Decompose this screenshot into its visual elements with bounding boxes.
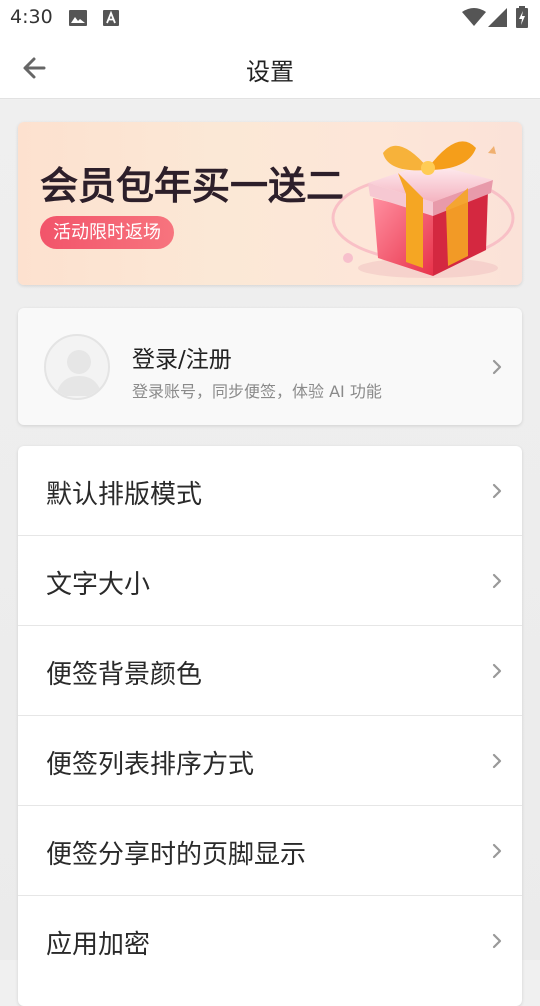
- setting-label: 便签列表排序方式: [46, 750, 255, 780]
- chevron-right-icon: [492, 753, 502, 769]
- login-subtitle: 登录账号，同步便签，体验 AI 功能: [132, 382, 382, 401]
- gift-box-icon: [331, 141, 515, 278]
- chevron-right-icon: [492, 359, 502, 375]
- setting-app-lock[interactable]: 应用加密: [18, 896, 522, 986]
- setting-default-layout[interactable]: 默认排版模式: [18, 446, 522, 536]
- setting-share-footer[interactable]: 便签分享时的页脚显示: [18, 806, 522, 896]
- settings-content: 会员包年买一送二 活动限时返场 登录/注册 登录账号，同步便签，体验 AI 功能…: [0, 100, 540, 1006]
- font-a-icon: [103, 10, 119, 26]
- chevron-right-icon: [492, 663, 502, 679]
- battery-charging-icon: [516, 6, 528, 28]
- wifi-icon: [462, 8, 486, 26]
- title-bar: 设置: [0, 36, 540, 99]
- setting-note-background[interactable]: 便签背景颜色: [18, 626, 522, 716]
- setting-list-sort[interactable]: 便签列表排序方式: [18, 716, 522, 806]
- chevron-right-icon: [492, 573, 502, 589]
- chevron-right-icon: [492, 843, 502, 859]
- signal-icon: [488, 8, 507, 27]
- status-bar: 4:30: [0, 0, 540, 36]
- setting-label: 便签背景颜色: [46, 660, 203, 690]
- chevron-right-icon: [492, 933, 502, 949]
- settings-list: 默认排版模式 文字大小 便签背景颜色 便签列表排序方式 便签分享时的页脚显示 应…: [18, 446, 522, 1006]
- banner-headline: 会员包年买一送二: [40, 164, 345, 208]
- vip-promo-banner[interactable]: 会员包年买一送二 活动限时返场: [18, 122, 522, 285]
- setting-label: 默认排版模式: [46, 480, 203, 510]
- login-card[interactable]: 登录/注册 登录账号，同步便签，体验 AI 功能: [18, 308, 522, 425]
- setting-label: 应用加密: [46, 930, 151, 960]
- login-title: 登录/注册: [132, 347, 232, 373]
- banner-pill: 活动限时返场: [40, 216, 174, 249]
- page-title: 设置: [246, 58, 294, 86]
- user-avatar-icon: [44, 334, 110, 400]
- status-time: 4:30: [10, 6, 53, 28]
- setting-label: 便签分享时的页脚显示: [46, 840, 307, 870]
- setting-font-size[interactable]: 文字大小: [18, 536, 522, 626]
- chevron-right-icon: [492, 483, 502, 499]
- setting-label: 文字大小: [46, 570, 151, 600]
- image-icon: [69, 10, 87, 26]
